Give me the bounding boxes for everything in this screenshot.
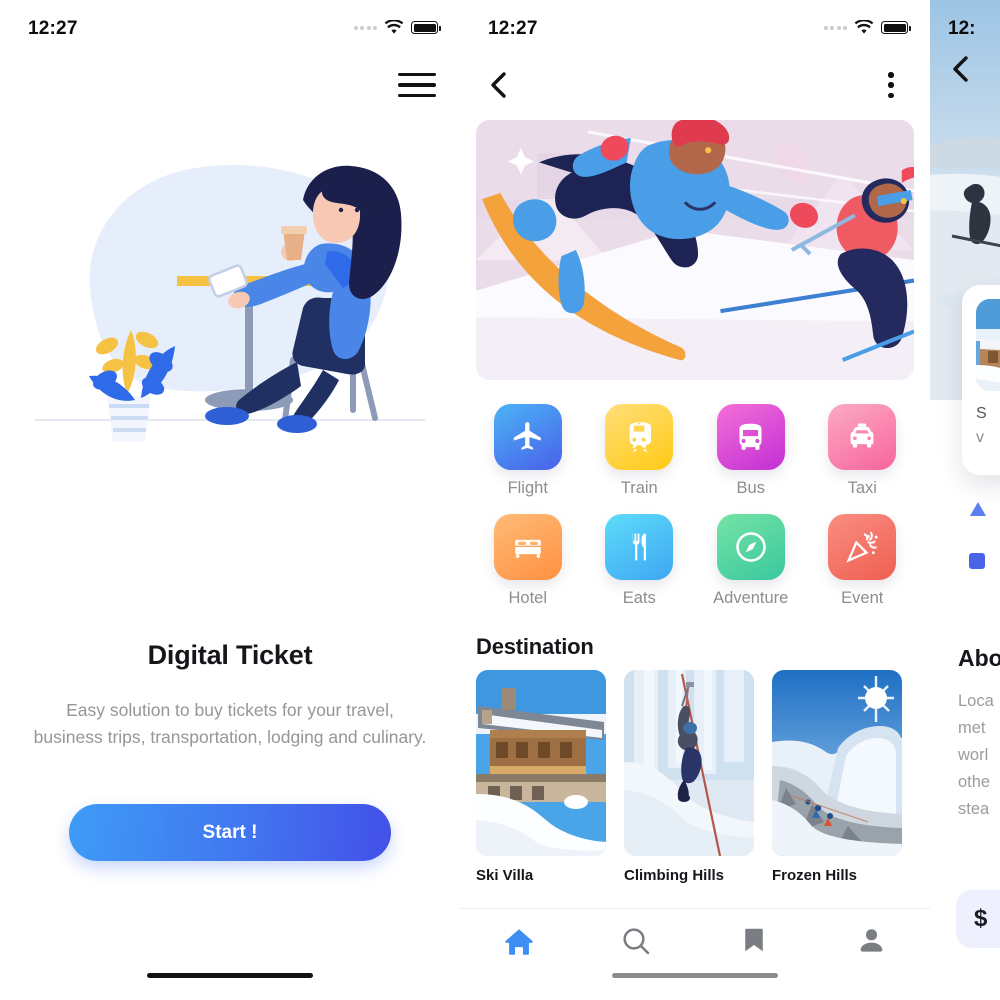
signal-dots-icon: [353, 25, 377, 30]
screen-home: 12:27 Flight Train Bus Taxi Hotel Eats A…: [460, 0, 930, 1000]
destination-card[interactable]: Ski Villa: [476, 670, 606, 884]
about-heading: Abo: [958, 645, 1000, 671]
category-taxi[interactable]: Taxi: [807, 404, 919, 498]
destination-name: Ski Villa: [476, 867, 534, 884]
status-bar: 12:27: [0, 0, 460, 62]
detail-preview-card[interactable]: S v: [962, 285, 1000, 475]
tab-profile[interactable]: [813, 925, 931, 956]
category-label: Event: [841, 589, 884, 607]
status-icons: [353, 20, 441, 35]
destination-card[interactable]: Climbing Hills: [624, 670, 754, 884]
home-icon: [505, 929, 533, 955]
screen-detail: 12: S v Abo Loca met worl othe stea $: [930, 0, 1000, 1000]
bottom-tab-bar: [460, 908, 930, 1000]
wifi-icon: [854, 20, 874, 35]
detail-card-line-1: S: [976, 405, 987, 422]
category-eats[interactable]: Eats: [584, 514, 696, 608]
detail-feature-list: [968, 500, 988, 604]
category-hotel[interactable]: Hotel: [472, 514, 584, 608]
battery-full-icon: [411, 21, 441, 34]
status-time: 12:: [948, 18, 976, 39]
train-icon: [605, 404, 674, 470]
person-icon: [860, 929, 883, 952]
climbing-hills-image: [624, 670, 754, 856]
start-button[interactable]: Start !: [69, 804, 391, 862]
fork-knife-icon: [605, 514, 674, 580]
home-indicator: [147, 973, 313, 978]
compass-icon: [716, 514, 785, 580]
detail-topbar: 12:: [930, 0, 1000, 120]
category-bus[interactable]: Bus: [695, 404, 807, 498]
battery-full-icon: [881, 21, 911, 34]
party-popper-icon: [828, 514, 897, 580]
onboarding-topbar: [0, 62, 460, 120]
frozen-hills-image: [772, 670, 902, 856]
category-label: Eats: [622, 589, 656, 607]
tab-saved[interactable]: [695, 925, 813, 955]
bookmark-icon: [745, 928, 763, 952]
page-title: Digital Ticket: [147, 640, 313, 670]
bus-icon: [716, 404, 785, 470]
hamburger-menu-icon[interactable]: [398, 70, 436, 100]
kebab-menu-icon[interactable]: [880, 70, 902, 100]
status-time: 12:27: [488, 18, 538, 39]
status-bar: 12:27: [460, 0, 930, 62]
destination-list: Ski Villa Climbing Hills Frozen Hills: [460, 670, 930, 884]
wifi-icon: [384, 20, 404, 35]
onboarding-copy: Digital Ticket Easy solution to buy tick…: [0, 640, 460, 862]
detail-card-line-2: v: [976, 429, 984, 446]
category-label: Hotel: [508, 589, 548, 607]
home-topbar: [460, 62, 930, 120]
ski-villa-image: [476, 670, 606, 856]
tab-search[interactable]: [578, 925, 696, 957]
feature-icon-1: [968, 500, 988, 518]
airplane-icon: [493, 404, 562, 470]
price-cta-button[interactable]: $: [956, 890, 1000, 948]
about-body: Loca met worl othe stea: [958, 692, 994, 818]
status-time: 12:27: [28, 18, 78, 39]
woman-at-cafe-table-illustration: [0, 148, 460, 468]
tab-home[interactable]: [460, 925, 578, 959]
category-flight[interactable]: Flight: [472, 404, 584, 498]
category-label: Adventure: [713, 589, 789, 607]
status-icons: [823, 20, 911, 35]
category-label: Flight: [507, 479, 548, 497]
feature-icon-2: [968, 552, 988, 570]
destination-card[interactable]: Frozen Hills: [772, 670, 902, 884]
category-label: Bus: [736, 479, 765, 497]
page-subtitle: Easy solution to buy tickets for your tr…: [33, 700, 427, 748]
category-adventure[interactable]: Adventure: [695, 514, 807, 608]
bed-icon: [493, 514, 562, 580]
search-icon: [623, 928, 650, 955]
section-title-destination: Destination: [476, 634, 594, 659]
multi-screen-mockup: 12:27 Digital Ticket Easy solution to bu…: [0, 0, 1000, 1000]
chevron-left-icon[interactable]: [482, 68, 516, 102]
destination-name: Climbing Hills: [624, 867, 725, 884]
home-indicator: [612, 973, 778, 978]
snow-village-thumb-photo: [976, 299, 1000, 391]
category-event[interactable]: Event: [807, 514, 919, 608]
category-train[interactable]: Train: [584, 404, 696, 498]
category-grid: Flight Train Bus Taxi Hotel Eats Adventu…: [472, 404, 918, 608]
chevron-left-icon[interactable]: [944, 52, 978, 91]
category-label: Taxi: [847, 479, 877, 497]
screen-onboarding: 12:27 Digital Ticket Easy solution to bu…: [0, 0, 460, 1000]
hero-skier-illustration[interactable]: [476, 120, 914, 380]
taxi-icon: [828, 404, 897, 470]
category-label: Train: [620, 479, 658, 497]
signal-dots-icon: [823, 25, 847, 30]
destination-name: Frozen Hills: [772, 867, 858, 884]
